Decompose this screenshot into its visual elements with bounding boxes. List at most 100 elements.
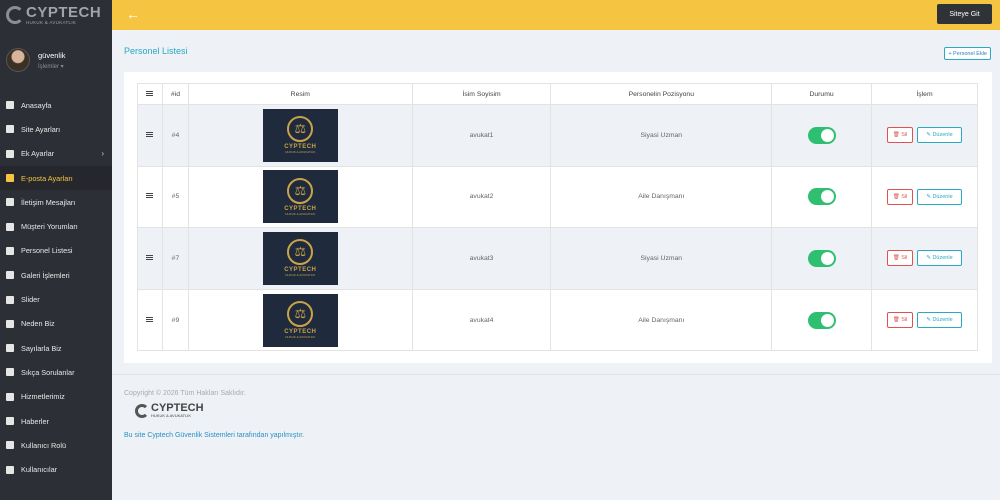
- add-personnel-button[interactable]: + Personel Ekle: [944, 47, 991, 60]
- row-position: Aile Danışmanı: [550, 288, 773, 352]
- sidebar-item-label: Site Ayarları: [21, 124, 61, 134]
- sidebar-item[interactable]: İletişim Mesajları: [0, 190, 112, 214]
- edit-button[interactable]: ✎ Düzenle: [917, 188, 962, 205]
- row-name: avukat4: [411, 288, 552, 352]
- database-icon: [6, 319, 14, 328]
- drag-handle[interactable]: [137, 165, 163, 229]
- sidebar-item[interactable]: Slider: [0, 287, 112, 311]
- sidebar-item[interactable]: Sayılarla Biz: [0, 336, 112, 360]
- sidebar-item-label: İletişim Mesajları: [21, 197, 76, 207]
- delete-button[interactable]: 🗑 Sil: [887, 188, 913, 205]
- row-name: avukat1: [411, 104, 552, 167]
- avatar: [6, 48, 30, 72]
- question-icon: [6, 368, 14, 377]
- delete-button[interactable]: 🗑 Sil: [887, 127, 913, 144]
- row-id: #9: [161, 288, 189, 352]
- row-image-cell: ⚖ CYPTECH HUKUK & AVUKATLIK: [187, 165, 413, 229]
- logo-sub: HUKUK & AVUKATLIK: [26, 19, 77, 25]
- sidebar-item[interactable]: Kullanıcılar: [0, 457, 112, 481]
- sidebar-item-label: Slider: [21, 295, 40, 305]
- sidebar-item-label: Galeri İşlemleri: [21, 270, 70, 280]
- logo-brand: CYPTECH: [26, 3, 102, 21]
- sidebar-item[interactable]: Neden Biz: [0, 312, 112, 336]
- personnel-card: #id Resim İsim Soyisim Personelin Pozisy…: [124, 72, 992, 363]
- drag-handle[interactable]: [137, 104, 163, 167]
- personnel-image: ⚖ CYPTECH HUKUK & AVUKATLIK: [262, 108, 338, 162]
- hamburger-icon: [146, 90, 154, 96]
- sidebar-item-label: Anasayfa: [21, 100, 52, 110]
- sidebar-item[interactable]: Site Ayarları: [0, 117, 112, 141]
- row-image-cell: ⚖ CYPTECH HUKUK & AVUKATLIK: [187, 104, 413, 167]
- drag-handle[interactable]: [137, 288, 163, 352]
- envelope-icon: [6, 198, 14, 207]
- back-arrow-icon[interactable]: ←: [126, 6, 140, 22]
- scales-icon: ⚖: [287, 116, 314, 143]
- sidebar-item-label: E-posta Ayarları: [21, 173, 73, 183]
- status-toggle[interactable]: [807, 126, 836, 144]
- row-id: #4: [161, 104, 189, 167]
- row-name: avukat2: [411, 165, 552, 229]
- row-position: Siyasi Uzman: [550, 104, 773, 167]
- sidebar-item[interactable]: Ek Ayarlar ›: [0, 142, 112, 166]
- scales-icon: ⚖: [287, 301, 314, 328]
- sidebar-item[interactable]: Müşteri Yorumları: [0, 214, 112, 238]
- gear-icon: [6, 149, 14, 158]
- table-row: #4 ⚖ CYPTECH HUKUK & AVUKATLIK avukat1 Siyasi…: [137, 104, 978, 167]
- hamburger-icon: [146, 193, 154, 199]
- page-title: Personel Listesi: [124, 46, 188, 56]
- sidebar-item[interactable]: Haberler: [0, 409, 112, 433]
- eye-icon: [6, 441, 14, 450]
- header-actions: İşlem: [871, 83, 978, 105]
- row-status-cell: [771, 104, 873, 167]
- delete-button[interactable]: 🗑 Sil: [887, 250, 913, 267]
- header-drag: [137, 83, 163, 105]
- scales-icon: ⚖: [287, 239, 314, 266]
- made-by-link[interactable]: Bu site Cyptech Güvenlik Sistemleri tara…: [124, 432, 304, 439]
- gear-icon: [6, 125, 14, 134]
- row-actions: 🗑 Sil ✎ Düzenle: [871, 227, 978, 290]
- header-position: Personelin Pozisyonu: [550, 83, 773, 105]
- logo[interactable]: CYPTECH HUKUK & AVUKATLIK: [0, 0, 112, 30]
- thumb-sub: HUKUK & AVUKATLIK: [285, 150, 316, 155]
- status-toggle[interactable]: [807, 311, 836, 329]
- edit-button[interactable]: ✎ Düzenle: [917, 127, 962, 144]
- sidebar-item[interactable]: Sıkça Sorulanlar: [0, 360, 112, 384]
- status-toggle[interactable]: [807, 188, 836, 206]
- sidebar-item[interactable]: Kullanıcı Rolü: [0, 433, 112, 457]
- sidebar-item-label: Neden Biz: [21, 319, 55, 329]
- envelope-icon: [6, 174, 14, 183]
- footer-logo: CYPTECH HUKUK & AVUKATLIK: [135, 403, 204, 418]
- sidebar-item-label: Haberler: [21, 416, 49, 426]
- copyright: Copyright © 2026 Tüm Hakları Saklıdır.: [124, 390, 246, 397]
- user-icon: [6, 465, 14, 474]
- sidebar: CYPTECH HUKUK & AVUKATLIK güvenlik İşlem…: [0, 0, 112, 500]
- row-name: avukat3: [411, 227, 552, 290]
- delete-button[interactable]: 🗑 Sil: [887, 312, 913, 329]
- sidebar-item-label: Kullanıcı Rolü: [21, 440, 67, 450]
- sidebar-item-label: Kullanıcılar: [21, 465, 58, 475]
- comments-icon: [6, 222, 14, 231]
- table-row: #7 ⚖ CYPTECH HUKUK & AVUKATLIK avukat3 Siyasi…: [137, 227, 978, 290]
- personnel-image: ⚖ CYPTECH HUKUK & AVUKATLIK: [262, 231, 338, 285]
- hamburger-icon: [146, 254, 154, 260]
- visit-site-button[interactable]: Siteye Git: [937, 4, 992, 24]
- sidebar-item[interactable]: Anasayfa: [0, 93, 112, 117]
- status-toggle[interactable]: [807, 249, 836, 267]
- hamburger-icon: [146, 131, 154, 137]
- sidebar-item[interactable]: Personel Listesi: [0, 239, 112, 263]
- thumb-sub: HUKUK & AVUKATLIK: [285, 335, 316, 340]
- row-actions: 🗑 Sil ✎ Düzenle: [871, 165, 978, 229]
- layers-icon: [6, 295, 14, 304]
- newspaper-icon: [6, 417, 14, 425]
- sidebar-item[interactable]: Hizmetlerimiz: [0, 385, 112, 409]
- edit-button[interactable]: ✎ Düzenle: [917, 312, 962, 329]
- sidebar-item[interactable]: Galeri İşlemleri: [0, 263, 112, 287]
- sidebar-item[interactable]: E-posta Ayarları: [0, 165, 112, 191]
- sidebar-item-label: Müşteri Yorumları: [21, 222, 78, 232]
- drag-handle[interactable]: [137, 227, 163, 290]
- row-status-cell: [771, 288, 873, 352]
- user-menu-toggle[interactable]: İşlemler ▾: [38, 63, 66, 70]
- row-status-cell: [771, 227, 873, 290]
- edit-button[interactable]: ✎ Düzenle: [917, 250, 962, 267]
- footer-logo-mark-icon: [135, 403, 149, 418]
